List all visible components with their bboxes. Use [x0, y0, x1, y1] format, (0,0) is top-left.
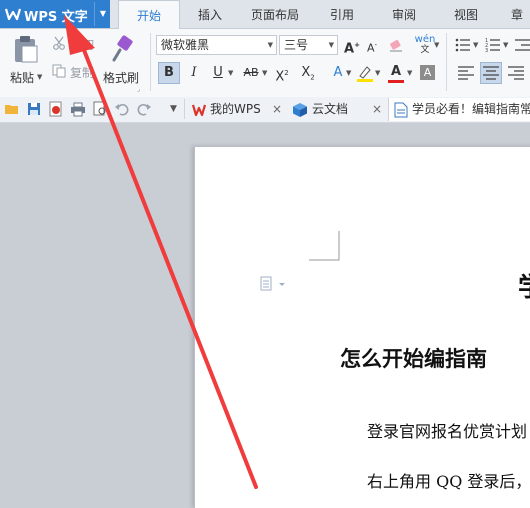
chevron-down-icon[interactable]: ▼: [262, 69, 267, 77]
undo-icon[interactable]: [114, 101, 130, 117]
clear-format-icon[interactable]: [388, 37, 404, 53]
document-title: 学: [518, 267, 530, 304]
document-icon: [394, 102, 408, 118]
cube-icon: [293, 103, 307, 117]
tab-label: 开始: [136, 9, 161, 23]
chevron-down-icon[interactable]: ▼: [434, 41, 439, 49]
align-left-icon[interactable]: [458, 66, 474, 80]
chevron-down-icon[interactable]: ▼: [407, 69, 412, 77]
font-size-select[interactable]: 三号 ▼: [279, 35, 338, 55]
font-size-value: 三号: [284, 38, 309, 52]
tab-label: 插入: [197, 8, 222, 22]
doc-tab-label: 我的WPS: [210, 102, 261, 116]
print-preview-icon[interactable]: [92, 101, 108, 117]
paragraph-options-icon[interactable]: [259, 276, 289, 292]
paragraph-2: 右上角用 QQ 登录后，: [367, 472, 530, 491]
chevron-down-icon[interactable]: ▼: [228, 69, 233, 77]
tab-insert[interactable]: 插入: [188, 0, 232, 28]
tab-label: 引用: [329, 8, 354, 22]
doc-tab-active[interactable]: 学员必看！编辑指南常: [388, 98, 530, 121]
cut-label: 剪切: [70, 38, 95, 52]
save-icon[interactable]: [26, 101, 42, 117]
paste-label: 粘贴: [10, 71, 35, 85]
font-name-select[interactable]: 微软雅黑 ▼: [156, 35, 277, 55]
redo-icon[interactable]: [136, 101, 152, 117]
tab-label: 视图: [453, 8, 478, 22]
underline-button[interactable]: U: [208, 63, 228, 83]
chevron-down-icon[interactable]: ▼: [375, 69, 380, 77]
tab-page-layout[interactable]: 页面布局: [244, 0, 306, 28]
chevron-down-icon[interactable]: ▼: [503, 41, 508, 49]
tab-home[interactable]: 开始: [118, 0, 180, 30]
open-folder-icon[interactable]: [4, 101, 20, 117]
format-painter-label: 格式刷: [103, 71, 140, 85]
tab-label: 审阅: [391, 8, 416, 22]
copy-button[interactable]: 复制: [52, 63, 100, 81]
italic-button[interactable]: I: [184, 63, 204, 83]
tab-chapter[interactable]: 章: [504, 0, 530, 28]
tab-references[interactable]: 引用: [320, 0, 364, 28]
app-menu-dropdown-icon[interactable]: ▼: [94, 2, 111, 26]
font-color-button[interactable]: A: [386, 62, 406, 82]
superscript-button[interactable]: X2: [272, 63, 292, 84]
brush-icon: [112, 35, 133, 62]
ribbon-home: 粘贴 ▼ 剪切 复制 格式刷 微软雅黑 ▼ 三号 ▼ A+ A- wén 文 ▼…: [0, 29, 530, 98]
svg-text:3: 3: [485, 48, 488, 53]
close-icon[interactable]: ×: [272, 98, 282, 121]
app-title: WPS 文字: [24, 10, 88, 25]
ribbon-divider: [446, 33, 447, 91]
customize-toolbar-icon[interactable]: ▼: [170, 104, 177, 114]
font-name-value: 微软雅黑: [161, 38, 210, 52]
shrink-font-button[interactable]: A-: [362, 35, 382, 55]
dialog-launcher-icon[interactable]: ⌟: [137, 85, 140, 93]
wps-logo-icon: [192, 104, 206, 117]
tab-review[interactable]: 审阅: [382, 0, 426, 28]
wps-logo-icon: [5, 8, 21, 21]
section-heading: 怎么开始编指南: [340, 346, 487, 371]
copy-icon: [52, 64, 66, 78]
doc-tab-cloud-docs[interactable]: 云文档 ×: [288, 98, 386, 121]
char-shading-button[interactable]: A: [420, 65, 435, 80]
ribbon-divider: [150, 33, 151, 91]
print-icon[interactable]: [70, 101, 86, 117]
subscript-button[interactable]: X2: [298, 63, 318, 83]
doc-tab-label: 学员必看！编辑指南常: [412, 102, 530, 116]
cut-button[interactable]: 剪切: [52, 35, 100, 53]
paste-button[interactable]: 粘贴 ▼: [6, 32, 44, 90]
indent-icon[interactable]: [515, 37, 530, 53]
align-right-icon[interactable]: [508, 66, 524, 80]
close-icon[interactable]: ×: [372, 98, 382, 121]
copy-label: 复制: [70, 66, 95, 80]
paragraph-1: 登录官网报名优赏计划: [367, 422, 528, 441]
font-color-swatch: [388, 80, 404, 83]
doc-tab-my-wps[interactable]: 我的WPS ×: [188, 98, 286, 121]
align-center-button[interactable]: [480, 62, 502, 84]
export-pdf-icon[interactable]: [48, 101, 64, 117]
chevron-down-icon[interactable]: ▼: [473, 41, 478, 49]
quick-access-bar: ▼ 我的WPS × 云文档 × 学员必看！编辑指南常: [0, 97, 530, 123]
tab-label: 页面布局: [250, 8, 299, 22]
text-effect-button[interactable]: A: [328, 63, 348, 83]
paste-dropdown-icon[interactable]: ▼: [37, 73, 42, 81]
strikethrough-button[interactable]: AB: [240, 63, 262, 83]
chevron-down-icon[interactable]: ▼: [346, 69, 351, 77]
app-menu-button[interactable]: WPS 文字 ▼: [0, 0, 110, 28]
format-painter-button[interactable]: 格式刷: [102, 32, 144, 90]
grow-font-button[interactable]: A+: [342, 35, 362, 56]
doc-tab-label: 云文档: [312, 102, 349, 116]
scissors-icon: [53, 36, 65, 50]
tab-view[interactable]: 视图: [444, 0, 488, 28]
align-center-icon: [483, 66, 499, 80]
numbered-list-icon[interactable]: 1 2 3: [485, 37, 501, 53]
bold-button[interactable]: B: [158, 62, 180, 84]
clipboard-icon: [15, 36, 38, 63]
tab-label: 章: [510, 8, 523, 22]
chevron-down-icon: ▼: [328, 41, 334, 49]
document-page[interactable]: 学 怎么开始编指南 登录官网报名优赏计划 右上角用 QQ 登录后，: [194, 146, 530, 508]
toolbar-divider: [184, 99, 185, 119]
bullet-list-icon[interactable]: [455, 37, 471, 53]
page-corner-marker: [309, 231, 340, 261]
highlight-icon[interactable]: [356, 64, 374, 82]
chevron-down-icon: ▼: [267, 41, 273, 49]
